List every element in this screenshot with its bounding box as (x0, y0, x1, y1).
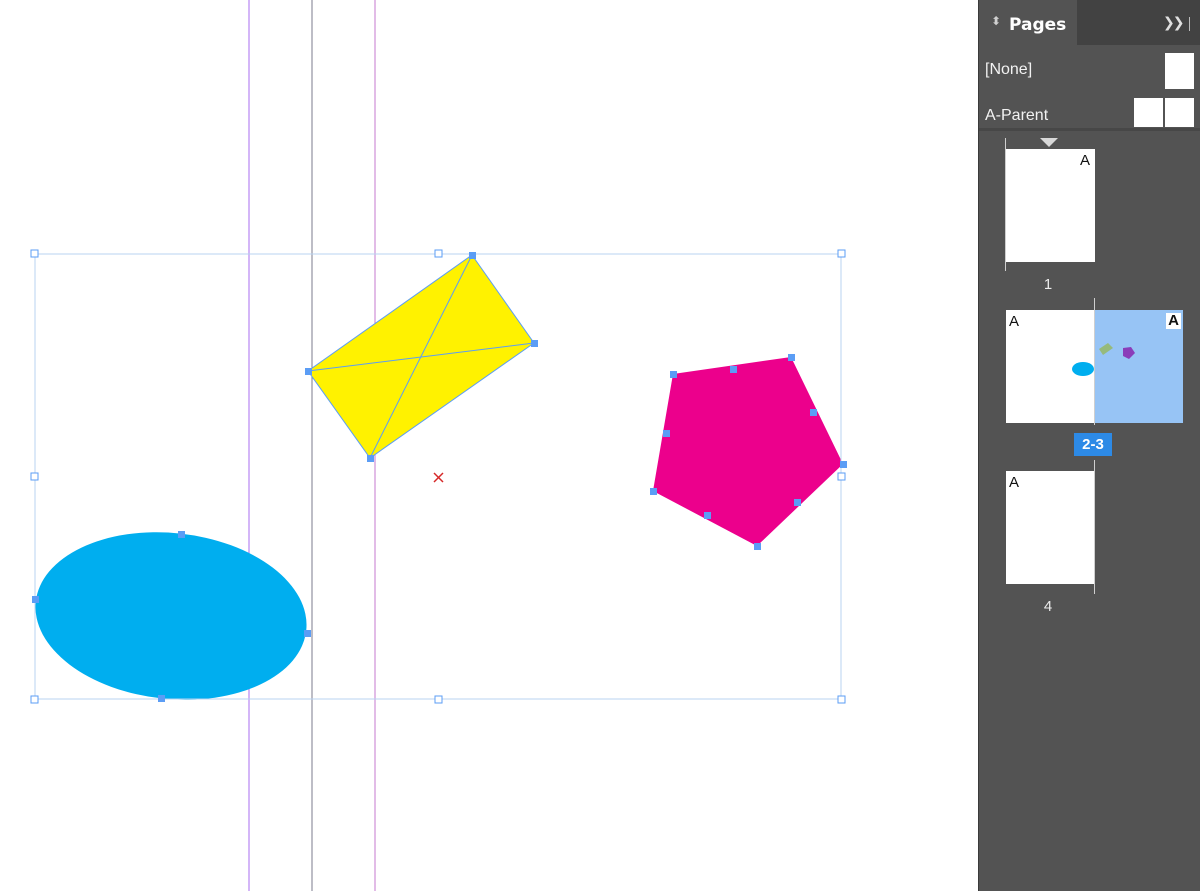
page-thumb-3[interactable]: A (1094, 310, 1183, 423)
page-thumb-2[interactable]: A (1006, 310, 1094, 423)
parent-letter: A (1079, 152, 1090, 169)
parent-item-none[interactable]: [None] (979, 46, 1200, 90)
shapes-thumb (1099, 343, 1135, 359)
spread-spine (1094, 298, 1095, 425)
cross-mark-icon (433, 472, 444, 483)
header-separator (1189, 17, 1190, 31)
spread-spine (1094, 460, 1095, 594)
panel-divider (979, 128, 1200, 131)
parent-item-a[interactable]: A-Parent (979, 92, 1200, 128)
parent-label-none: [None] (985, 61, 1033, 78)
ellipse-shape[interactable] (27, 519, 315, 713)
parent-label-a: A-Parent (985, 107, 1049, 124)
parent-thumb-none[interactable] (1165, 53, 1194, 89)
page-thumb-4[interactable]: A (1006, 471, 1094, 584)
page-number-4: 4 (1043, 598, 1053, 615)
parent-letter: A (1009, 313, 1020, 330)
parent-letter: A (1009, 474, 1020, 491)
double-arrow-updown-icon[interactable]: ⬍ (991, 14, 1001, 28)
rectangle-frame[interactable] (307, 254, 535, 459)
panel-header: ⬍ Pages ❯❯ (979, 0, 1200, 45)
parent-thumb-a-right[interactable] (1165, 98, 1194, 127)
ellipse-thumb (1072, 362, 1094, 376)
panel-title: Pages (1009, 15, 1067, 35)
pentagon-shape[interactable] (653, 357, 843, 546)
spread-label-badge: 2-3 (1074, 433, 1112, 456)
parent-letter: A (1166, 312, 1181, 329)
page-number-1: 1 (1043, 276, 1053, 293)
triangle-down-icon (1040, 138, 1058, 147)
pages-panel: ⬍ Pages ❯❯ [None] A-Parent A 1 A A 2-3 A… (978, 0, 1200, 891)
document-canvas[interactable] (0, 0, 978, 891)
tab-pages[interactable]: ⬍ Pages (979, 0, 1077, 45)
page-thumb-1[interactable]: A (1006, 149, 1095, 262)
canvas-artwork (27, 0, 847, 891)
parent-thumb-a-left[interactable] (1134, 98, 1163, 127)
double-chevron-right-icon[interactable]: ❯❯ (1163, 15, 1185, 31)
